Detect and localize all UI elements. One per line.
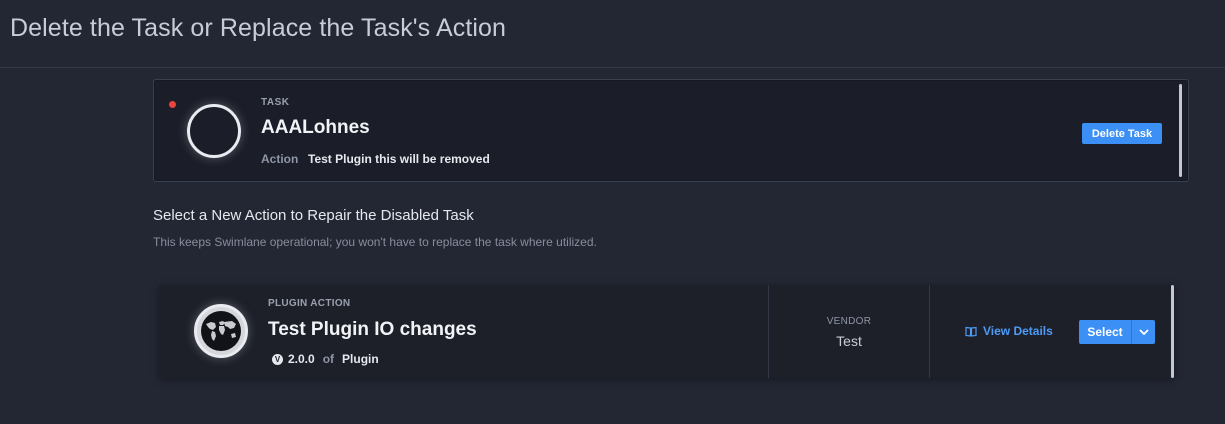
select-button-group: Select — [1079, 320, 1155, 344]
task-scrollbar[interactable] — [1179, 84, 1182, 177]
vendor-divider-left — [768, 285, 769, 378]
task-kicker: TASK — [261, 97, 290, 108]
select-dropdown-toggle[interactable] — [1132, 320, 1155, 344]
task-name: AAALohnes — [261, 117, 370, 138]
task-card: TASK AAALohnes Action Test Plugin this w… — [153, 79, 1189, 182]
plugin-of-text: of — [322, 352, 335, 366]
section-subtitle: This keeps Swimlane operational; you won… — [153, 235, 597, 249]
plugin-action-card: PLUGIN ACTION Test Plugin IO changes V 2… — [159, 285, 1175, 378]
delete-task-button[interactable]: Delete Task — [1082, 123, 1162, 144]
task-action-label: Action — [261, 152, 299, 166]
book-icon — [965, 326, 977, 337]
vendor-label: VENDOR — [826, 316, 872, 327]
view-details-link[interactable]: View Details — [965, 324, 1053, 338]
vendor-value: Test — [836, 333, 862, 349]
status-indicator — [169, 101, 176, 108]
task-icon — [187, 104, 241, 158]
plugin-scrollbar[interactable] — [1171, 285, 1174, 378]
view-details-label: View Details — [983, 324, 1053, 338]
v-badge-icon: V — [272, 353, 283, 365]
plugin-version: 2.0.0 — [288, 352, 315, 366]
plugin-logo — [194, 304, 248, 358]
plugin-version-meta: V 2.0.0 of Plugin — [272, 352, 379, 366]
task-action-value: Test Plugin this will be removed — [308, 152, 490, 166]
plugin-parent-name: Plugin — [342, 352, 379, 366]
page-title: Delete the Task or Replace the Task's Ac… — [10, 14, 507, 42]
world-map-icon — [201, 311, 241, 351]
vendor-divider-right — [929, 285, 930, 378]
chevron-down-icon — [1138, 329, 1149, 335]
plugin-kicker: PLUGIN ACTION — [268, 298, 351, 309]
section-title: Select a New Action to Repair the Disabl… — [153, 207, 474, 224]
select-button[interactable]: Select — [1079, 320, 1132, 344]
plugin-name: Test Plugin IO changes — [268, 319, 477, 340]
page-header: Delete the Task or Replace the Task's Ac… — [0, 0, 1225, 68]
